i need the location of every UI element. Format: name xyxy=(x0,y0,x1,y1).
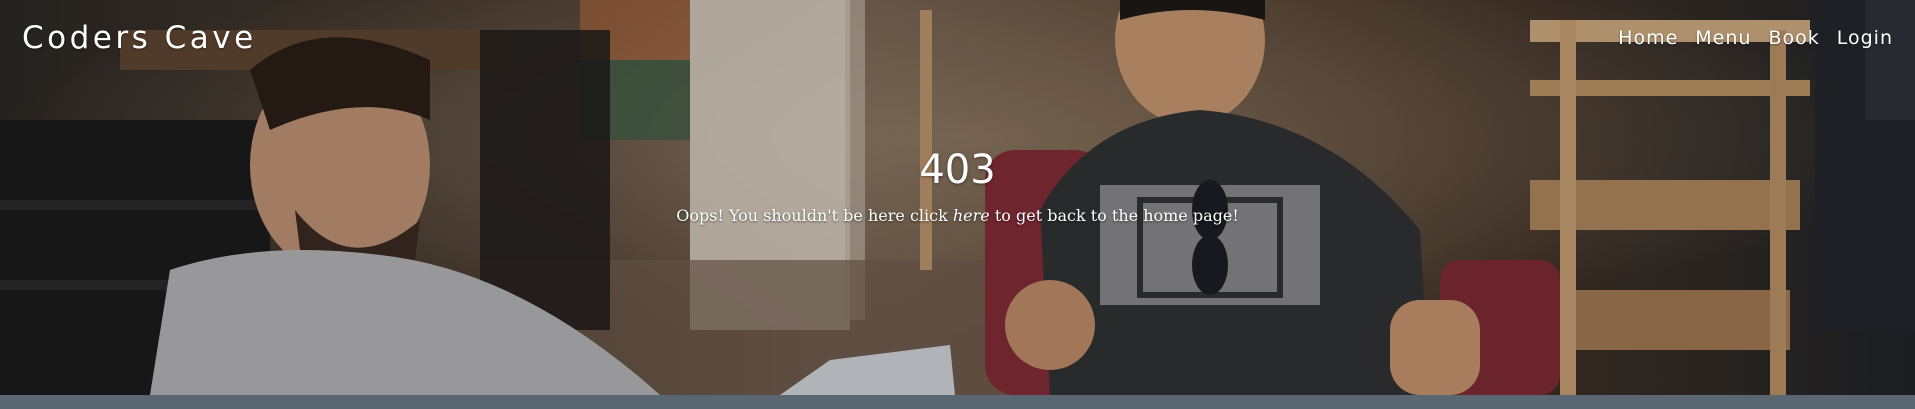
error-code: 403 xyxy=(919,147,996,193)
brand-logo[interactable]: Coders Cave xyxy=(22,20,257,56)
footer-strip xyxy=(0,395,1915,409)
home-link[interactable]: here xyxy=(953,206,990,225)
nav-link-menu[interactable]: Menu xyxy=(1695,27,1751,49)
main-nav: Home Menu Book Login xyxy=(1618,27,1893,49)
error-message: Oops! You shouldn't be here click here t… xyxy=(0,206,1915,225)
error-block: 403 Oops! You shouldn't be here click he… xyxy=(0,146,1915,225)
error-message-after: to get back to the home page! xyxy=(989,206,1239,225)
nav-link-book[interactable]: Book xyxy=(1768,27,1819,49)
hero-section: Coders Cave Home Menu Book Login 403 Oop… xyxy=(0,0,1915,395)
error-message-before: Oops! You shouldn't be here click xyxy=(676,206,953,225)
nav-link-home[interactable]: Home xyxy=(1618,27,1678,49)
nav-link-login[interactable]: Login xyxy=(1837,27,1893,49)
